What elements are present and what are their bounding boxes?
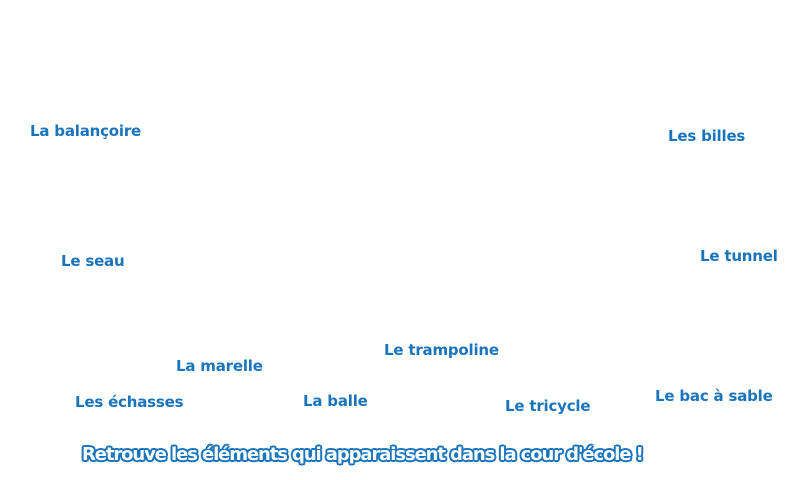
game-board: La balançoire Les billes Le seau Le tunn… xyxy=(0,0,800,480)
word-le-tunnel[interactable]: Le tunnel xyxy=(700,247,778,265)
word-le-seau[interactable]: Le seau xyxy=(61,252,125,270)
word-la-balle[interactable]: La balle xyxy=(303,392,368,410)
word-le-trampoline[interactable]: Le trampoline xyxy=(384,341,499,359)
word-le-tricycle[interactable]: Le tricycle xyxy=(505,397,591,415)
word-les-billes[interactable]: Les billes xyxy=(668,127,745,145)
word-la-marelle[interactable]: La marelle xyxy=(176,357,263,375)
word-le-bac-a-sable[interactable]: Le bac à sable xyxy=(655,387,773,405)
word-la-balancoire[interactable]: La balançoire xyxy=(30,122,141,140)
word-les-echasses[interactable]: Les échasses xyxy=(75,393,184,411)
instruction-text: Retrouve les éléments qui apparaissent d… xyxy=(82,444,644,465)
